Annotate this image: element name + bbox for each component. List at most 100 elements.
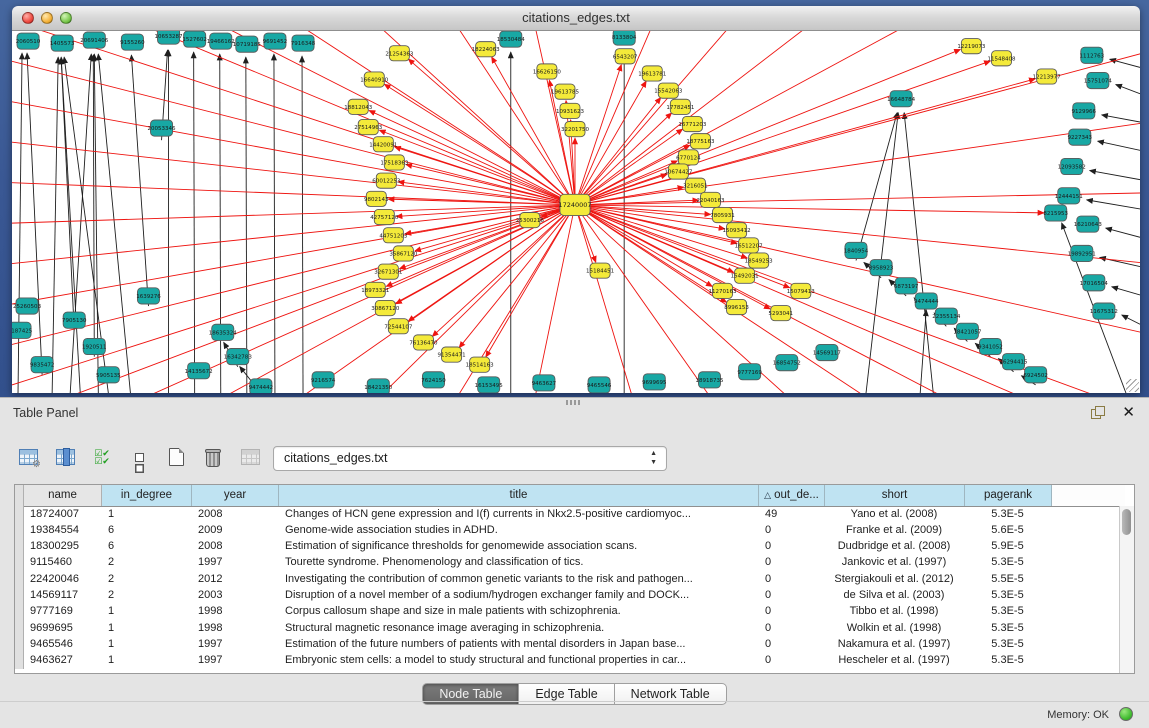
graph-node[interactable]: 18421057 bbox=[953, 323, 982, 339]
network-canvas[interactable]: 2060510140557320691406915526010653287152… bbox=[12, 31, 1140, 393]
cell-pagerank[interactable]: 5.3E-5 bbox=[965, 555, 1052, 571]
graph-node[interactable]: 14569117 bbox=[813, 344, 842, 360]
cell-pagerank[interactable]: 5.3E-5 bbox=[965, 620, 1052, 636]
graph-node[interactable]: 16626150 bbox=[533, 64, 562, 79]
scrollbar-thumb[interactable] bbox=[1122, 509, 1131, 535]
cell-in_degree[interactable]: 2 bbox=[102, 571, 192, 587]
cell-pagerank[interactable]: 5.6E-5 bbox=[965, 522, 1052, 538]
cell-year[interactable]: 1997 bbox=[192, 653, 279, 669]
table-row[interactable]: 946362711997Embryonic stem cells: a mode… bbox=[15, 653, 1119, 669]
graph-node[interactable]: 32671301 bbox=[374, 264, 403, 279]
graph-node[interactable]: 9691452 bbox=[263, 33, 288, 49]
graph-node[interactable]: 3216051 bbox=[683, 178, 708, 193]
cell-title[interactable]: Disruption of a novel member of a sodium… bbox=[279, 587, 759, 603]
citation-network-graph[interactable]: 2060510140557320691406915526010653287152… bbox=[12, 31, 1140, 393]
graph-node[interactable]: 9341052 bbox=[978, 338, 1003, 354]
column-header-pagerank[interactable]: pagerank bbox=[965, 485, 1052, 506]
cell-year[interactable]: 1997 bbox=[192, 555, 279, 571]
graph-node[interactable]: 5905135 bbox=[96, 367, 121, 383]
graph-node[interactable]: 18918735 bbox=[695, 372, 724, 388]
cell-in_degree[interactable]: 6 bbox=[102, 522, 192, 538]
cell-in_degree[interactable]: 6 bbox=[102, 539, 192, 555]
graph-node[interactable]: 18421350 bbox=[364, 379, 393, 393]
graph-node[interactable]: 12093582 bbox=[1058, 158, 1086, 174]
checkbox-pair-icon[interactable] bbox=[125, 444, 153, 470]
cell-short[interactable]: Nakamura et al. (1997) bbox=[825, 636, 965, 652]
cell-short[interactable]: Tibbo et al. (1998) bbox=[825, 604, 965, 620]
column-header-filler[interactable] bbox=[1052, 485, 1125, 506]
column-header-out_de...[interactable]: △out_de... bbox=[759, 485, 825, 506]
graph-node[interactable]: 18775163 bbox=[686, 134, 715, 149]
column-header-name[interactable]: name bbox=[24, 485, 102, 506]
cell-out_de...[interactable]: 49 bbox=[759, 506, 825, 522]
cell-title[interactable]: Corpus callosum shape and size in male p… bbox=[279, 604, 759, 620]
graph-node[interactable]: 6873197 bbox=[894, 278, 919, 294]
graph-node[interactable]: 9227343 bbox=[1068, 129, 1093, 145]
graph-node[interactable]: 1527602 bbox=[182, 31, 207, 47]
cell-short[interactable]: Franke et al. (2009) bbox=[825, 522, 965, 538]
cell-year[interactable]: 2003 bbox=[192, 587, 279, 603]
cell-name[interactable]: 9463627 bbox=[24, 653, 102, 669]
graph-node[interactable]: 9463627 bbox=[532, 375, 557, 391]
column-header-short[interactable]: short bbox=[825, 485, 965, 506]
graph-node[interactable]: 9802143 bbox=[364, 191, 389, 206]
vertical-scrollbar[interactable] bbox=[1119, 506, 1134, 673]
cell-short[interactable]: de Silva et al. (2003) bbox=[825, 587, 965, 603]
graph-node[interactable]: 9155260 bbox=[120, 34, 145, 50]
graph-node[interactable]: 16153495 bbox=[475, 377, 504, 393]
table-row[interactable]: 1872400712008Changes of HCN gene express… bbox=[15, 506, 1119, 522]
graph-node[interactable]: 8958923 bbox=[869, 260, 894, 276]
cell-out_de...[interactable]: 0 bbox=[759, 522, 825, 538]
graph-node[interactable]: 12444151 bbox=[1055, 188, 1084, 204]
cell-out_de...[interactable]: 0 bbox=[759, 653, 825, 669]
resize-grip-icon[interactable] bbox=[1126, 379, 1139, 392]
cell-short[interactable]: Wolkin et al. (1998) bbox=[825, 620, 965, 636]
graph-node[interactable]: 16342783 bbox=[224, 349, 253, 365]
cell-pagerank[interactable]: 5.9E-5 bbox=[965, 539, 1052, 555]
graph-node[interactable]: 1187425 bbox=[12, 322, 33, 338]
float-panel-icon[interactable] bbox=[1091, 406, 1105, 419]
column-header-year[interactable]: year bbox=[192, 485, 279, 506]
graph-node[interactable]: 21254363 bbox=[385, 46, 414, 61]
column-header-title[interactable]: title bbox=[279, 485, 759, 506]
cell-name[interactable]: 9115460 bbox=[24, 555, 102, 571]
cell-title[interactable]: Estimation of the future numbers of pati… bbox=[279, 636, 759, 652]
cell-year[interactable]: 2008 bbox=[192, 539, 279, 555]
graph-node[interactable]: 11548408 bbox=[987, 51, 1016, 66]
graph-node[interactable]: 18973321 bbox=[361, 282, 390, 297]
table-mode-icon[interactable]: ⚙ bbox=[14, 444, 42, 470]
cell-pagerank[interactable]: 5.3E-5 bbox=[965, 653, 1052, 669]
graph-node[interactable]: 10653287 bbox=[155, 31, 184, 44]
graph-node[interactable]: 16771203 bbox=[678, 116, 707, 131]
graph-node[interactable]: 7805931 bbox=[710, 207, 735, 222]
graph-node[interactable]: 9216574 bbox=[311, 372, 336, 388]
graph-node[interactable]: 7624150 bbox=[421, 372, 446, 388]
graph-node[interactable]: 25260503 bbox=[13, 298, 42, 314]
cell-pagerank[interactable]: 5.3E-5 bbox=[965, 587, 1052, 603]
graph-node[interactable]: 42757120 bbox=[370, 209, 399, 224]
table-row[interactable]: 2242004622012Investigating the contribut… bbox=[15, 571, 1119, 587]
cell-title[interactable]: Estimation of significance thresholds fo… bbox=[279, 539, 759, 555]
cell-title[interactable]: Changes of HCN gene expression and I(f) … bbox=[279, 506, 759, 522]
graph-node[interactable]: 16512207 bbox=[735, 238, 764, 253]
cell-pagerank[interactable]: 5.3E-5 bbox=[965, 604, 1052, 620]
graph-node[interactable]: 27514963 bbox=[354, 119, 383, 134]
graph-node[interactable]: 32201750 bbox=[561, 122, 590, 137]
graph-node[interactable]: 15184451 bbox=[586, 263, 615, 278]
cell-title[interactable]: Investigating the contribution of common… bbox=[279, 571, 759, 587]
cell-out_de...[interactable]: 0 bbox=[759, 636, 825, 652]
table-row[interactable]: 911546021997Tourette syndrome. Phenomeno… bbox=[15, 555, 1119, 571]
cell-in_degree[interactable]: 1 bbox=[102, 653, 192, 669]
graph-node[interactable]: 12219073 bbox=[957, 39, 986, 54]
cell-out_de...[interactable]: 0 bbox=[759, 539, 825, 555]
graph-node[interactable]: 18549253 bbox=[745, 253, 774, 268]
select-all-columns-icon[interactable]: ☑✔ ☑✔ bbox=[88, 444, 116, 470]
graph-node[interactable]: 18635324 bbox=[209, 324, 238, 340]
graph-node[interactable]: 22040163 bbox=[696, 192, 725, 207]
cell-pagerank[interactable]: 5.5E-5 bbox=[965, 571, 1052, 587]
graph-node[interactable]: 18224063 bbox=[472, 42, 501, 57]
cell-name[interactable]: 9699695 bbox=[24, 620, 102, 636]
column-header-in_degree[interactable]: in_degree bbox=[102, 485, 192, 506]
graph-node[interactable]: 9465546 bbox=[587, 377, 612, 393]
graph-node[interactable]: 10674427 bbox=[664, 164, 693, 179]
